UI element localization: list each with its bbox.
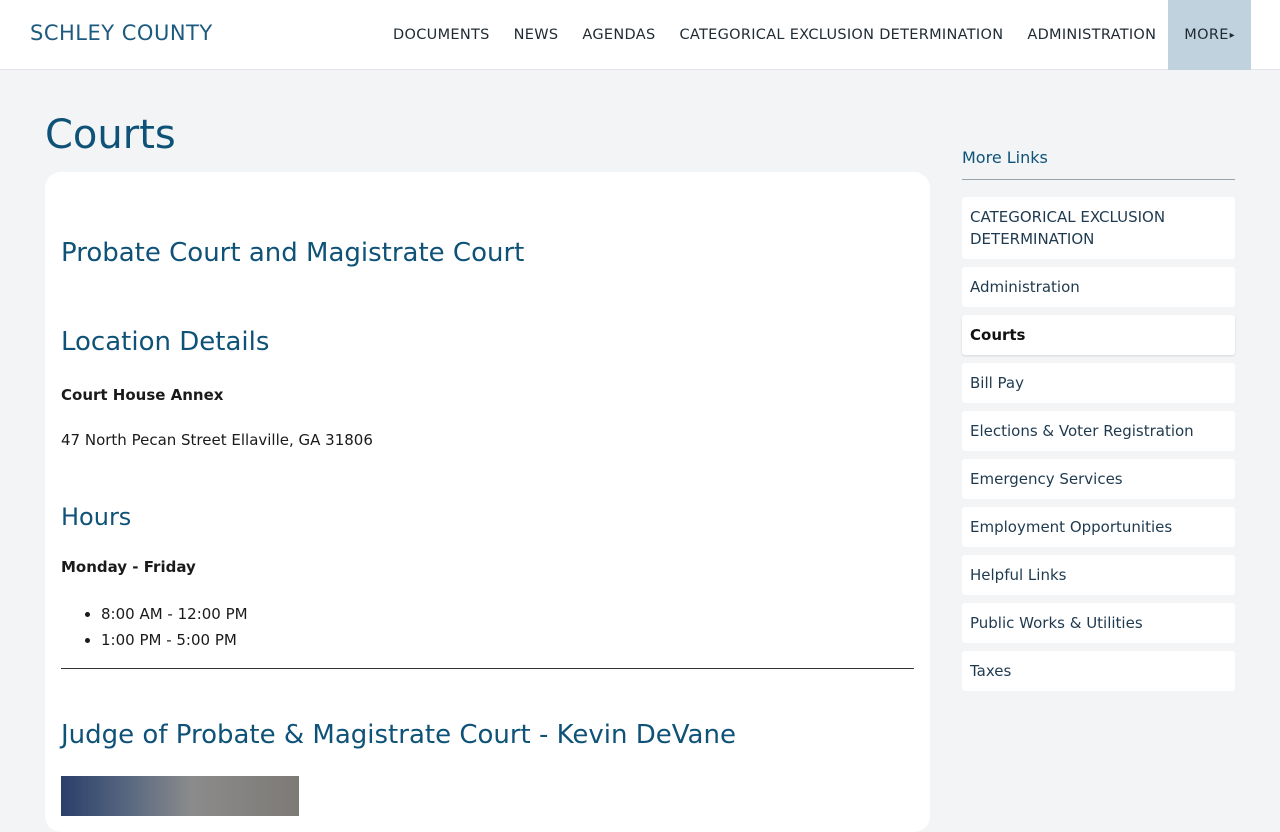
location-heading: Location Details <box>61 327 270 357</box>
sidebar-title: More Links <box>962 148 1235 180</box>
list-item: 1:00 PM - 5:00 PM <box>101 627 248 653</box>
sidebar-item-bill-pay[interactable]: Bill Pay <box>962 363 1235 403</box>
sidebar-item-courts[interactable]: Courts <box>962 315 1235 355</box>
sidebar-item-categorical-exclusion[interactable]: CATEGORICAL EXCLUSION DETERMINATION <box>962 197 1235 259</box>
hours-heading: Hours <box>61 503 132 531</box>
nav-documents[interactable]: DOCUMENTS <box>381 0 502 70</box>
caret-right-icon: ▸ <box>1229 29 1235 41</box>
sidebar-list: CATEGORICAL EXCLUSION DETERMINATION Admi… <box>962 197 1235 691</box>
address: 47 North Pecan Street Ellaville, GA 3180… <box>61 431 373 449</box>
site-brand-link[interactable]: SCHLEY COUNTY <box>30 21 213 45</box>
sidebar-item-helpful-links[interactable]: Helpful Links <box>962 555 1235 595</box>
nav-more-label: MORE <box>1184 27 1229 43</box>
sidebar-item-elections[interactable]: Elections & Voter Registration <box>962 411 1235 451</box>
nav-categorical-exclusion[interactable]: CATEGORICAL EXCLUSION DETERMINATION <box>667 0 1015 70</box>
judge-heading: Judge of Probate & Magistrate Court - Ke… <box>61 720 736 750</box>
nav-news[interactable]: NEWS <box>502 0 571 70</box>
sidebar-item-employment[interactable]: Employment Opportunities <box>962 507 1235 547</box>
top-navigation-bar: SCHLEY COUNTY DOCUMENTS NEWS AGENDAS CAT… <box>0 0 1280 70</box>
sidebar-item-public-works[interactable]: Public Works & Utilities <box>962 603 1235 643</box>
sidebar-item-emergency-services[interactable]: Emergency Services <box>962 459 1235 499</box>
location-name: Court House Annex <box>61 386 224 404</box>
list-item: 8:00 AM - 12:00 PM <box>101 601 248 627</box>
divider <box>61 668 914 669</box>
sidebar: More Links CATEGORICAL EXCLUSION DETERMI… <box>962 148 1235 699</box>
main-nav: DOCUMENTS NEWS AGENDAS CATEGORICAL EXCLU… <box>381 0 1251 70</box>
nav-more[interactable]: MORE ▸ <box>1168 0 1251 70</box>
judge-photo <box>61 776 299 816</box>
hours-list: 8:00 AM - 12:00 PM 1:00 PM - 5:00 PM <box>101 601 248 653</box>
sidebar-item-administration[interactable]: Administration <box>962 267 1235 307</box>
content-card: Probate Court and Magistrate Court Locat… <box>45 172 930 832</box>
nav-administration[interactable]: ADMINISTRATION <box>1015 0 1168 70</box>
hours-days: Monday - Friday <box>61 558 196 576</box>
sidebar-item-taxes[interactable]: Taxes <box>962 651 1235 691</box>
court-heading: Probate Court and Magistrate Court <box>61 238 525 268</box>
nav-agendas[interactable]: AGENDAS <box>570 0 667 70</box>
page-title: Courts <box>45 112 176 158</box>
